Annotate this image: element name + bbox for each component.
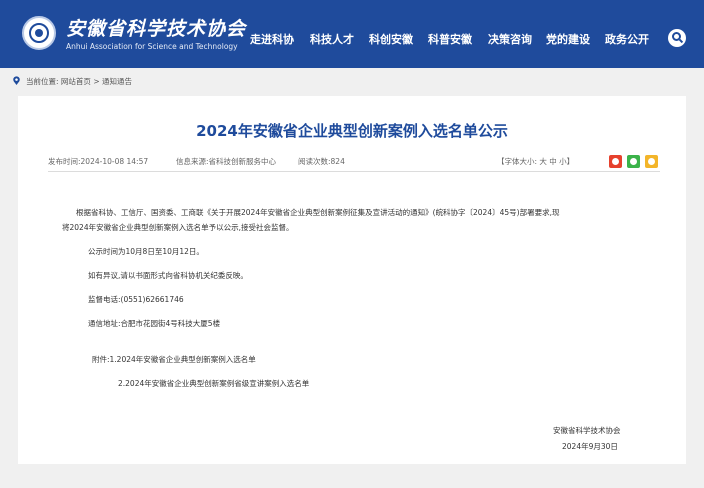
location-pin-icon <box>13 76 20 85</box>
nav-item-innovation[interactable]: 科创安徽 <box>369 31 413 47</box>
signature-org: 安徽省科学技术协会 <box>553 426 621 435</box>
attachment-link-2[interactable]: 2.2024年安徽省企业典型创新案例省级宣讲案例入选名单 <box>118 378 309 389</box>
objection-note: 如有异议,请以书面形式向省科协机关纪委反映。 <box>88 271 248 280</box>
site-header: 安徽省科学技术协会 Anhui Association for Science … <box>0 0 704 68</box>
font-size-control[interactable]: 【字体大小: 大 中 小】 <box>497 156 574 167</box>
article-title: 2024年安徽省企业典型创新案例入选名单公示 <box>196 122 508 140</box>
intro-paragraph-line2: 将2024年安徽省企业典型创新案例入选名单予以公示,接受社会监督。 <box>62 223 294 232</box>
intro-paragraph-line1: 根据省科协、工信厅、国资委、工商联《关于开展2024年安徽省企业典型创新案例征集… <box>76 208 560 217</box>
mailing-address: 通信地址:合肥市花园街4号科技大厦5楼 <box>88 319 221 328</box>
wechat-icon[interactable] <box>627 155 640 168</box>
cast-logo-icon[interactable] <box>22 16 56 50</box>
nav-item-consulting[interactable]: 决策咨询 <box>488 31 532 47</box>
nav-item-popular-science[interactable]: 科普安徽 <box>428 31 472 47</box>
breadcrumb-home-link[interactable]: 网站首页 <box>61 77 91 86</box>
nav-item-about[interactable]: 走进科协 <box>250 31 294 47</box>
publish-date: 发布时间:2024-10-08 14:57 <box>48 157 149 166</box>
signature-date: 2024年9月30日 <box>562 442 618 451</box>
nav-item-talent[interactable]: 科技人才 <box>310 31 354 47</box>
weibo-icon[interactable] <box>609 155 622 168</box>
info-source: 信息来源:省科技创新服务中心 <box>176 157 277 166</box>
site-name-english: Anhui Association for Science and Techno… <box>66 42 238 51</box>
breadcrumb: 当前位置: 网站首页 > 通知通告 <box>26 76 132 87</box>
breadcrumb-label: 当前位置: <box>26 77 59 86</box>
nav-item-party[interactable]: 党的建设 <box>546 31 590 47</box>
page-background-bottom <box>0 464 704 488</box>
logo-core <box>35 29 43 37</box>
meta-divider <box>48 171 660 172</box>
qzone-icon[interactable] <box>645 155 658 168</box>
breadcrumb-current-link[interactable]: 通知通告 <box>102 77 132 86</box>
site-name[interactable]: 安徽省科学技术协会 <box>66 14 246 41</box>
supervision-phone: 监督电话:(0551)62661746 <box>88 295 184 304</box>
search-button[interactable] <box>668 29 686 47</box>
breadcrumb-separator: > <box>93 77 100 86</box>
attachment-link-1[interactable]: 附件:1.2024年安徽省企业典型创新案例入选名单 <box>92 354 256 365</box>
publicity-period: 公示时间为10月8日至10月12日。 <box>88 247 204 256</box>
nav-item-government[interactable]: 政务公开 <box>605 31 649 47</box>
view-count: 阅读次数:824 <box>298 157 345 166</box>
